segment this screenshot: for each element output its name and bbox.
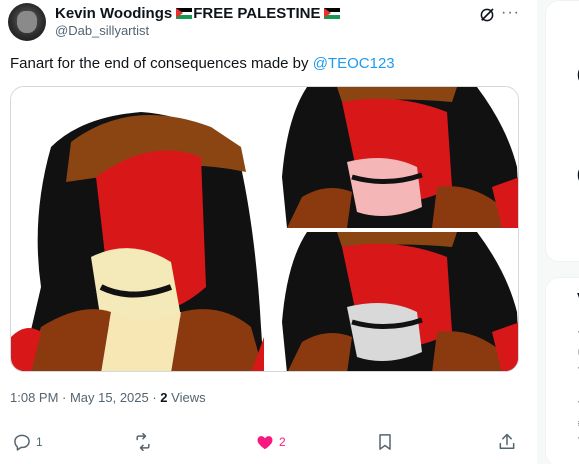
share-button[interactable]: [497, 432, 517, 452]
action-bar: 1 2: [0, 430, 535, 458]
grok-icon[interactable]: [478, 6, 496, 24]
media-image-2[interactable]: [267, 87, 518, 228]
retweet-button[interactable]: [133, 432, 157, 452]
retweet-icon: [136, 432, 150, 452]
sidebar-card[interactable]: ( (: [545, 0, 579, 262]
share-icon: [499, 433, 515, 449]
avatar[interactable]: [8, 3, 46, 41]
bookmark-icon: [379, 434, 391, 450]
like-count: 2: [279, 435, 286, 449]
author-handle[interactable]: @Dab_sillyartist: [55, 23, 149, 38]
author-name-row[interactable]: Kevin Woodings FREE PALESTINE: [55, 5, 341, 22]
media-grid: [10, 86, 519, 372]
reply-count: 1: [36, 435, 43, 449]
author-name-suffix: FREE PALESTINE: [193, 5, 321, 22]
like-button[interactable]: 2: [255, 432, 286, 452]
more-icon[interactable]: ···: [501, 4, 520, 22]
views-count: 2: [160, 390, 168, 405]
tweet-meta: 1:08 PM · May 15, 2025 · 2 Views: [10, 390, 206, 405]
media-image-3[interactable]: [267, 232, 518, 371]
tweet-body: Fanart for the end of consequences made …: [10, 55, 313, 72]
media-image-1[interactable]: [11, 87, 264, 371]
timestamp[interactable]: 1:08 PM · May 15, 2025 ·: [10, 390, 160, 405]
author-name[interactable]: Kevin Woodings: [55, 5, 172, 22]
palestine-flag-icon: [176, 8, 193, 19]
reply-button[interactable]: 1: [12, 432, 43, 452]
mention-link[interactable]: @TEOC123: [313, 55, 395, 72]
heart-icon: [257, 436, 273, 450]
views-label: Views: [167, 390, 206, 405]
right-sidebar: ( ( V T U T T # T: [537, 0, 579, 464]
tweet-text: Fanart for the end of consequences made …: [10, 55, 395, 72]
palestine-flag-icon: [324, 8, 341, 19]
tweet-card[interactable]: Kevin Woodings FREE PALESTINE @Dab_silly…: [0, 0, 535, 464]
bookmark-button[interactable]: [375, 432, 395, 452]
sidebar-card[interactable]: V T U T T # T: [545, 277, 579, 464]
reply-icon: [14, 434, 30, 451]
